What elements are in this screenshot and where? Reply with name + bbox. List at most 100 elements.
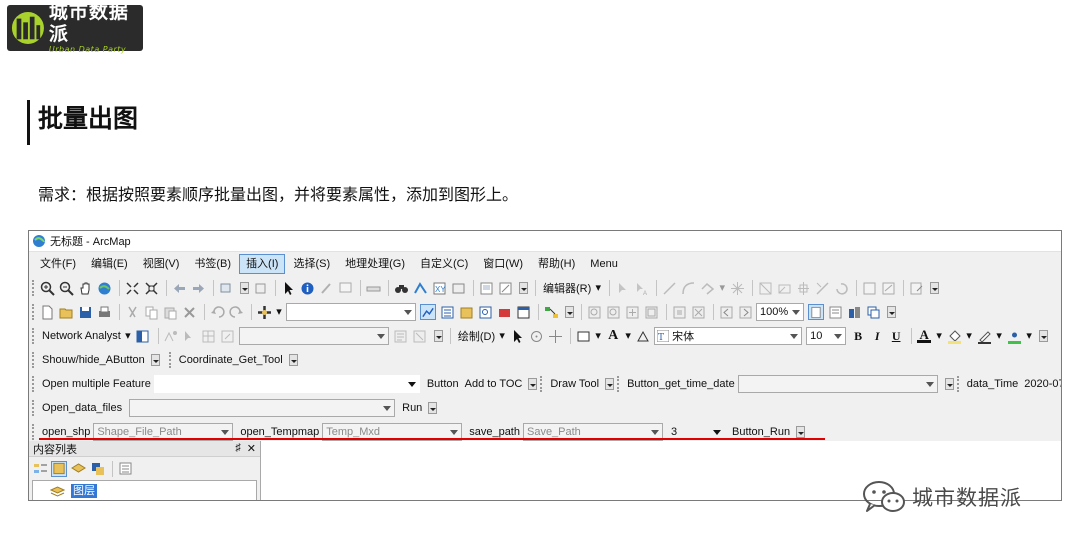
hyperlink-icon[interactable] (318, 280, 334, 296)
menu-item[interactable]: 帮助(H) (531, 254, 582, 274)
toolbar-grip[interactable] (32, 400, 36, 416)
cut-polygons-icon[interactable] (795, 280, 811, 296)
editor-menu-arrow-icon[interactable]: ▾ (594, 280, 602, 296)
list-by-visibility-icon[interactable] (70, 461, 86, 477)
editor-toolbar-icon[interactable] (420, 304, 436, 320)
select-move-location-icon[interactable] (182, 328, 198, 344)
fill-color-bucket-icon[interactable] (946, 328, 962, 344)
network-analyst-menu[interactable]: Network Analyst (39, 330, 124, 342)
open-shp-button[interactable]: open_shp (39, 426, 93, 438)
menu-item[interactable]: 编辑(E) (84, 254, 135, 274)
marker-color-icon[interactable] (1006, 328, 1022, 344)
search-window-icon[interactable] (477, 304, 493, 320)
toolbar-grip[interactable] (168, 352, 173, 368)
network-identify-icon[interactable] (412, 328, 428, 344)
menu-item[interactable]: 窗口(W) (476, 254, 530, 274)
show-hide-abutton[interactable]: Shouw/hide_AButton (39, 354, 148, 366)
font-color-arrow-icon[interactable]: ▾ (935, 328, 943, 344)
modelbuilder-icon[interactable] (543, 304, 559, 320)
trace-icon[interactable] (699, 280, 715, 296)
menu-item[interactable]: 插入(I) (239, 254, 286, 274)
data-driven-pages-icon[interactable] (865, 304, 881, 320)
time-toolbar-options-dropdown[interactable] (944, 378, 954, 390)
toolbar-grip[interactable] (32, 424, 36, 440)
line-color-arrow-icon[interactable]: ▾ (995, 328, 1003, 344)
add-data-arrow-icon[interactable]: ▾ (275, 304, 283, 320)
layout-zoom-in-icon[interactable] (586, 304, 602, 320)
full-extent-globe-icon[interactable] (96, 280, 112, 296)
fill-color-arrow-icon[interactable]: ▾ (965, 328, 973, 344)
toolbar-options-dropdown[interactable] (930, 282, 940, 294)
time-date-combo[interactable] (737, 375, 938, 393)
point-icon[interactable] (729, 280, 745, 296)
toc-pin-icon[interactable]: ♯ (235, 442, 241, 455)
marker-color-arrow-icon[interactable]: ▾ (1025, 328, 1033, 344)
select-elements-arrow-icon[interactable] (280, 280, 296, 296)
toolbar-grip[interactable] (617, 376, 621, 392)
print-icon[interactable] (96, 304, 112, 320)
rotate-tool-icon[interactable] (833, 280, 849, 296)
forward-arrow-icon[interactable] (190, 280, 206, 296)
redo-icon[interactable] (228, 304, 244, 320)
network-dataset-combo[interactable] (238, 327, 389, 345)
layout-pan-icon[interactable] (624, 304, 640, 320)
change-layout-icon[interactable] (846, 304, 862, 320)
sketch-properties-icon[interactable] (880, 280, 896, 296)
attributes-icon[interactable] (861, 280, 877, 296)
focus-data-frame-icon[interactable] (827, 304, 843, 320)
edit-annotation-icon[interactable]: A (633, 280, 649, 296)
trace-dropdown-arrow-icon[interactable]: ▾ (718, 280, 726, 296)
button-label[interactable]: Button (424, 378, 462, 390)
open-multiple-feature-button[interactable]: Open multiple Feature (39, 378, 154, 390)
toolbar-grip[interactable] (32, 304, 36, 320)
toolbar-grip[interactable] (32, 376, 36, 392)
zoom-in-icon[interactable] (39, 280, 55, 296)
network-toolbar-options-dropdown[interactable] (433, 330, 443, 342)
open-folder-icon[interactable] (58, 304, 74, 320)
reshape-feature-icon[interactable] (776, 280, 792, 296)
edit-vertices-draw-icon[interactable] (635, 328, 651, 344)
end-point-arc-icon[interactable] (680, 280, 696, 296)
fixed-zoom-in-icon[interactable] (124, 280, 140, 296)
italic-button[interactable]: I (869, 328, 885, 344)
clear-selection-icon[interactable] (252, 280, 268, 296)
find-binoculars-icon[interactable] (393, 280, 409, 296)
draw-menu-arrow-icon[interactable]: ▾ (498, 328, 506, 344)
add-to-toc-button[interactable]: Add to TOC (462, 378, 526, 390)
list-by-selection-icon[interactable] (89, 461, 105, 477)
go-back-extent-icon[interactable] (718, 304, 734, 320)
modelbuilder-dropdown[interactable] (565, 306, 574, 318)
select-features-icon[interactable] (218, 280, 234, 296)
font-family-combo[interactable]: T 宋体 (654, 327, 803, 345)
draw-menu[interactable]: 绘制(D) (455, 328, 498, 344)
new-text-icon[interactable]: A (605, 328, 621, 344)
layout-toolbar-options-dropdown[interactable] (887, 306, 896, 318)
toolbar-grip[interactable] (32, 352, 36, 368)
list-by-drawing-order-icon[interactable] (32, 461, 48, 477)
toolbar-grip[interactable] (540, 376, 544, 392)
coordinate-toolbar-options-dropdown[interactable] (288, 354, 298, 366)
root-layer-item[interactable]: 图层 (71, 484, 97, 498)
data-files-combo[interactable] (129, 399, 396, 417)
zoom-to-elements-icon[interactable] (547, 328, 563, 344)
toolbar-grip[interactable] (956, 376, 961, 392)
add-data-icon[interactable] (256, 304, 272, 320)
directions-window-icon[interactable] (393, 328, 409, 344)
menu-item[interactable]: Menu (583, 254, 625, 274)
draw-tool-toolbar-options-dropdown[interactable] (605, 378, 615, 390)
map-scale-combo[interactable] (286, 303, 416, 321)
open-tempmap-button[interactable]: open_Tempmap (237, 426, 322, 438)
coordinate-get-tool[interactable]: Coordinate_Get_Tool (176, 354, 286, 366)
create-network-location-icon[interactable] (163, 328, 179, 344)
zoom-whole-page-icon[interactable] (643, 304, 659, 320)
network-analyst-arrow-icon[interactable]: ▾ (124, 328, 132, 344)
fixed-zoom-layout-icon[interactable] (690, 304, 706, 320)
toc-options-icon[interactable] (117, 461, 133, 477)
zoom-out-icon[interactable] (58, 280, 74, 296)
menu-item[interactable]: 自定义(C) (413, 254, 475, 274)
delete-x-icon[interactable] (181, 304, 197, 320)
layout-zoom-combo[interactable]: 100% (756, 303, 804, 321)
go-forward-extent-icon[interactable] (737, 304, 753, 320)
feature-combo[interactable] (153, 375, 420, 393)
save-disk-icon[interactable] (77, 304, 93, 320)
